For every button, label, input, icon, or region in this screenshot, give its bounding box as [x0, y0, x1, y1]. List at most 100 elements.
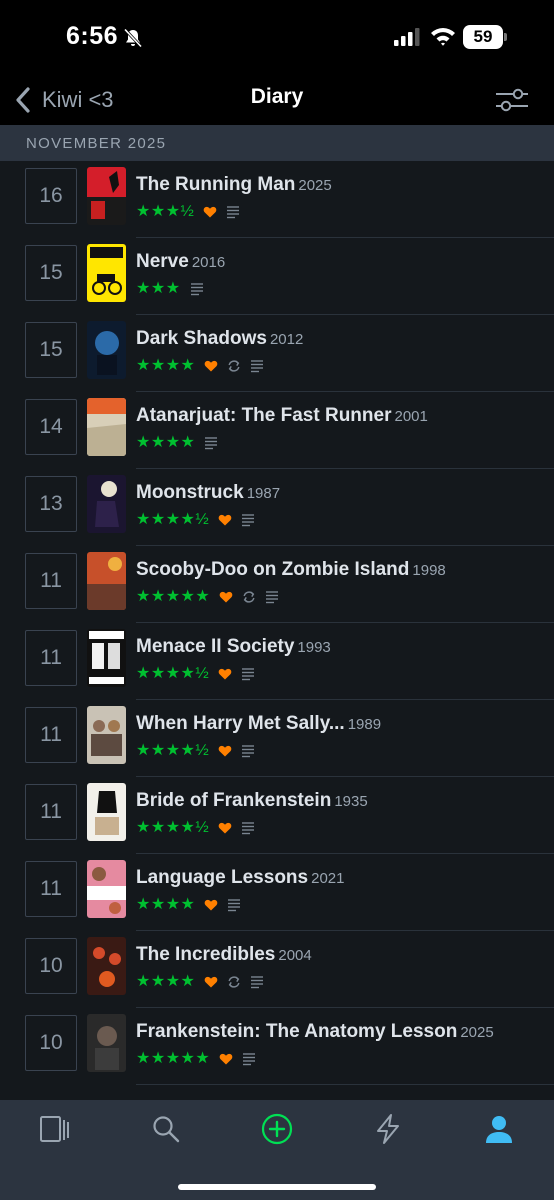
entry-info: Nerve 2016 ★★★ — [136, 251, 544, 299]
film-title: Menace II Society — [136, 636, 295, 657]
film-title: Bride of Frankenstein — [136, 790, 332, 811]
film-poster[interactable] — [87, 552, 126, 610]
heart-icon — [218, 514, 232, 526]
day-number: 11 — [25, 630, 77, 686]
film-poster[interactable] — [87, 706, 126, 764]
heart-icon — [218, 668, 232, 680]
film-poster[interactable] — [87, 783, 126, 841]
star-rating: ★★★★ — [136, 973, 196, 990]
sliders-icon[interactable] — [494, 83, 530, 117]
film-poster[interactable] — [87, 937, 126, 995]
star-rating: ★★★★½ — [136, 742, 210, 759]
diary-entry[interactable]: 15 Dark Shadows 2012 ★★★★ — [0, 315, 554, 392]
film-year: 2016 — [191, 254, 226, 271]
title-line: When Harry Met Sally... 1989 — [136, 713, 544, 736]
month-label: NOVEMBER 2025 — [26, 135, 167, 152]
battery-level: 59 — [463, 25, 503, 49]
day-number: 15 — [25, 245, 77, 301]
review-icon — [242, 822, 255, 835]
review-icon — [242, 514, 255, 527]
title-line: Moonstruck 1987 — [136, 482, 544, 505]
heart-icon — [205, 899, 218, 911]
day-number: 10 — [25, 938, 77, 994]
title-line: Nerve 2016 — [136, 251, 544, 274]
diary-entry[interactable]: 11 When Harry Met Sally... 1989 ★★★★½ — [0, 700, 554, 777]
entry-meta: ★★★★½ — [136, 741, 544, 761]
entry-info: Scooby-Doo on Zombie Island 1998 ★★★★★ — [136, 559, 544, 607]
chevron-left-icon — [16, 87, 30, 113]
review-icon — [228, 899, 241, 912]
day-number: 10 — [25, 1015, 77, 1071]
film-poster[interactable] — [87, 167, 126, 225]
film-title: Nerve — [136, 251, 189, 272]
diary-entry[interactable]: 11 Bride of Frankenstein 1935 ★★★★½ — [0, 777, 554, 854]
film-poster[interactable] — [87, 629, 126, 687]
film-year: 1989 — [347, 716, 382, 733]
star-rating: ★★★½ — [136, 203, 195, 220]
clock: 6:56 — [66, 22, 119, 50]
entry-info: The Incredibles 2004 ★★★★ — [136, 944, 544, 992]
day-number: 15 — [25, 322, 77, 378]
review-icon — [205, 437, 218, 450]
entry-meta: ★★★★½ — [136, 664, 544, 684]
diary-entry[interactable]: 11 Menace II Society 1993 ★★★★½ — [0, 623, 554, 700]
day-number: 11 — [25, 784, 77, 840]
rewatch-icon — [228, 360, 240, 372]
film-poster[interactable] — [87, 475, 126, 533]
entry-info: Dark Shadows 2012 ★★★★ — [136, 328, 544, 376]
star-rating: ★★★★½ — [136, 665, 210, 682]
film-poster[interactable] — [87, 321, 126, 379]
film-title: When Harry Met Sally... — [136, 713, 345, 734]
person-icon[interactable] — [482, 1112, 516, 1146]
day-number: 14 — [25, 399, 77, 455]
film-poster[interactable] — [87, 244, 126, 302]
review-icon — [227, 206, 240, 219]
film-poster[interactable] — [87, 398, 126, 456]
star-rating: ★★★★ — [136, 434, 196, 451]
diary-entry[interactable]: 11 Language Lessons 2021 ★★★★ — [0, 854, 554, 931]
title-line: Menace II Society 1993 — [136, 636, 544, 659]
diary-entry[interactable]: 10 The Incredibles 2004 ★★★★ — [0, 931, 554, 1008]
title-line: Atanarjuat: The Fast Runner 2001 — [136, 405, 544, 428]
nav-bar: Kiwi <3 Diary — [0, 75, 554, 125]
film-year: 2001 — [394, 408, 428, 425]
film-year: 2004 — [278, 947, 312, 964]
back-label: Kiwi <3 — [42, 87, 114, 112]
search-icon[interactable] — [149, 1112, 183, 1146]
diary-entry[interactable]: 13 Moonstruck 1987 ★★★★½ — [0, 469, 554, 546]
entry-info: The Running Man 2025 ★★★½ — [136, 174, 544, 222]
plus-circle-icon[interactable] — [260, 1112, 294, 1146]
review-icon — [190, 283, 203, 296]
rewatch-icon — [243, 591, 255, 603]
diary-entry[interactable]: 10 Frankenstein: The Anatomy Lesson 2025 ★★… — [0, 1008, 554, 1085]
cellular-signal-icon — [394, 28, 420, 46]
diary-entry[interactable]: 15 Nerve 2016 ★★★ — [0, 238, 554, 315]
entry-meta: ★★★★ — [136, 895, 544, 915]
diary-entry[interactable]: 16 The Running Man 2025 ★★★½ — [0, 161, 554, 238]
day-number: 11 — [25, 861, 77, 917]
film-poster[interactable] — [87, 1014, 126, 1072]
heart-icon — [204, 206, 217, 218]
lightning-icon[interactable] — [371, 1112, 405, 1146]
bell-slash-icon — [123, 28, 143, 48]
entry-meta: ★★★★★ — [136, 1049, 544, 1069]
diary-entry[interactable]: 11 Scooby-Doo on Zombie Island 1998 ★★★★★ — [0, 546, 554, 623]
heart-icon — [219, 1053, 233, 1065]
entry-meta: ★★★★ — [136, 356, 544, 376]
film-year: 2025 — [460, 1024, 494, 1041]
film-year: 2021 — [311, 870, 345, 887]
entry-meta: ★★★★½ — [136, 510, 544, 530]
month-section-header: NOVEMBER 2025 — [0, 125, 554, 161]
film-title: The Incredibles — [136, 944, 276, 965]
title-line: Bride of Frankenstein 1935 — [136, 790, 544, 813]
back-button[interactable]: Kiwi <3 — [14, 83, 114, 117]
film-poster[interactable] — [87, 860, 126, 918]
heart-icon — [205, 976, 218, 988]
film-year: 1987 — [246, 485, 281, 502]
film-title: Frankenstein: The Anatomy Lesson — [136, 1021, 458, 1042]
diary-entry[interactable]: 14 Atanarjuat: The Fast Runner 2001 ★★★★ — [0, 392, 554, 469]
star-rating: ★★★★ — [136, 357, 196, 374]
film-icon[interactable] — [37, 1112, 71, 1146]
star-rating: ★★★★★ — [136, 1050, 211, 1067]
film-title: Atanarjuat: The Fast Runner — [136, 405, 392, 426]
